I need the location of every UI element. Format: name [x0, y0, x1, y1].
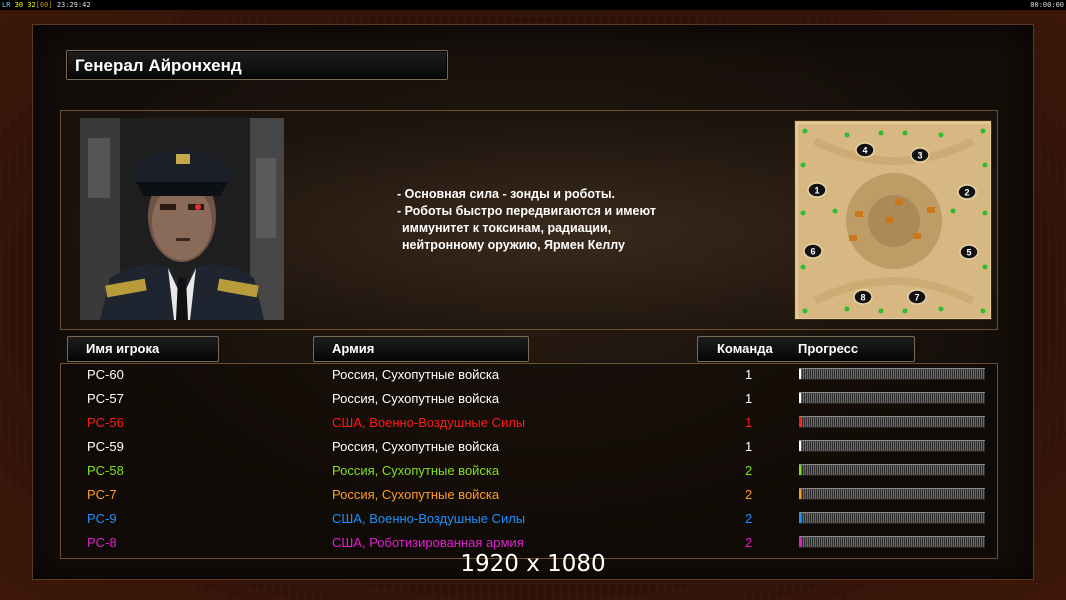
- player-army: Россия, Сухопутные войска: [332, 463, 500, 478]
- start-position-label: 8: [860, 293, 865, 303]
- start-position-label: 7: [914, 293, 919, 303]
- player-team: 2: [745, 463, 753, 478]
- table-row: PC-59 Россия, Сухопутные войска 1: [61, 437, 999, 461]
- fps-max: [60]: [35, 1, 53, 9]
- player-team: 1: [745, 391, 753, 406]
- table-row: PC-56 США, Военно-Воздушные Силы 1: [61, 413, 999, 437]
- description-line: - Основная сила - зонды и роботы.: [397, 187, 615, 201]
- general-title: Генерал Айронхенд: [75, 56, 242, 75]
- clock: 23:29:42: [56, 1, 91, 9]
- player-team: 1: [745, 415, 753, 430]
- progress-fill: [799, 393, 801, 403]
- player-army: Россия, Сухопутные войска: [332, 367, 500, 382]
- progress-fill: [799, 489, 801, 499]
- progress-bar: [799, 488, 985, 500]
- player-name: PC-59: [87, 439, 124, 454]
- progress-bar: [799, 368, 985, 380]
- progress-bar: [799, 440, 985, 452]
- player-name: PC-56: [87, 415, 124, 430]
- players-table: PC-60 Россия, Сухопутные войска 1 PC-57 Росс…: [60, 363, 998, 559]
- start-position-marker[interactable]: 2: [957, 184, 977, 200]
- progress-fill: [799, 441, 801, 451]
- player-name: PC-57: [87, 391, 124, 406]
- start-position-label: 3: [917, 151, 922, 161]
- progress-fill: [799, 537, 801, 547]
- fps-value: 30 32: [14, 1, 36, 9]
- player-name: PC-9: [87, 511, 117, 526]
- general-title-box: Генерал Айронхенд: [66, 50, 448, 80]
- timer: 00:00:00: [1030, 1, 1064, 9]
- start-position-marker[interactable]: 6: [803, 243, 823, 259]
- column-header-team: Команда: [717, 341, 773, 356]
- progress-fill: [799, 513, 801, 523]
- progress-bar: [799, 512, 985, 524]
- description-line: нейтронному оружию, Ярмен Келлу: [402, 238, 625, 252]
- player-team: 2: [745, 487, 753, 502]
- player-team: 2: [745, 511, 753, 526]
- description-line: - Роботы быстро передвигаются и имеют: [397, 204, 656, 218]
- map-preview[interactable]: 1 2 3 4 5 6 7 8: [794, 120, 992, 320]
- player-army: Россия, Сухопутные войска: [332, 439, 500, 454]
- table-row: PC-57 Россия, Сухопутные войска 1: [61, 389, 999, 413]
- column-header-team-progress: Команда Прогресс: [697, 336, 915, 362]
- start-position-label: 2: [964, 188, 969, 198]
- debug-overlay-bar: LR 30 32[60] 23:29:42 00:00:00: [0, 0, 1066, 10]
- start-position-marker[interactable]: 4: [855, 142, 875, 158]
- start-position-label: 6: [810, 247, 815, 257]
- player-army: Россия, Сухопутные войска: [332, 487, 500, 502]
- start-position-label: 1: [814, 186, 819, 196]
- table-row: PC-7 Россия, Сухопутные войска 2: [61, 485, 999, 509]
- fps-readout: LR 30 32[60] 23:29:42: [2, 0, 91, 10]
- start-position-marker[interactable]: 3: [910, 147, 930, 163]
- table-row: PC-60 Россия, Сухопутные войска 1: [61, 365, 999, 389]
- progress-bar: [799, 416, 985, 428]
- start-position-marker[interactable]: 5: [959, 244, 979, 260]
- player-name: PC-60: [87, 367, 124, 382]
- description-line: иммунитет к токсинам, радиации,: [402, 221, 612, 235]
- player-army: США, Роботизированная армия: [332, 535, 524, 550]
- start-position-marker[interactable]: 7: [907, 289, 927, 305]
- progress-bar: [799, 464, 985, 476]
- progress-fill: [799, 417, 801, 427]
- player-army: США, Военно-Воздушные Силы: [332, 415, 526, 430]
- player-team: 2: [745, 535, 753, 550]
- progress-fill: [799, 369, 801, 379]
- general-description: - Основная сила - зонды и роботы. - Робо…: [397, 186, 717, 254]
- player-name: PC-7: [87, 487, 117, 502]
- player-army: США, Военно-Воздушные Силы: [332, 511, 526, 526]
- progress-fill: [799, 465, 801, 475]
- table-row: PC-9 США, Военно-Воздушные Силы 2: [61, 509, 999, 533]
- player-name: PC-58: [87, 463, 124, 478]
- table-row: PC-58 Россия, Сухопутные войска 2: [61, 461, 999, 485]
- start-position-label: 4: [862, 146, 867, 156]
- player-name: PC-8: [87, 535, 117, 550]
- player-team: 1: [745, 367, 753, 382]
- column-header-army: Армия: [313, 336, 529, 362]
- start-position-marker[interactable]: 1: [807, 182, 827, 198]
- progress-bar: [799, 536, 985, 548]
- start-position-marker[interactable]: 8: [853, 289, 873, 305]
- general-portrait: [80, 118, 284, 320]
- start-position-label: 5: [966, 248, 971, 258]
- resolution-caption: 1920 x 1080: [460, 551, 606, 577]
- progress-bar: [799, 392, 985, 404]
- column-header-player-name: Имя игрока: [67, 336, 219, 362]
- lr-label: LR: [2, 1, 11, 9]
- column-header-progress: Прогресс: [798, 341, 859, 356]
- player-army: Россия, Сухопутные войска: [332, 391, 500, 406]
- player-team: 1: [745, 439, 753, 454]
